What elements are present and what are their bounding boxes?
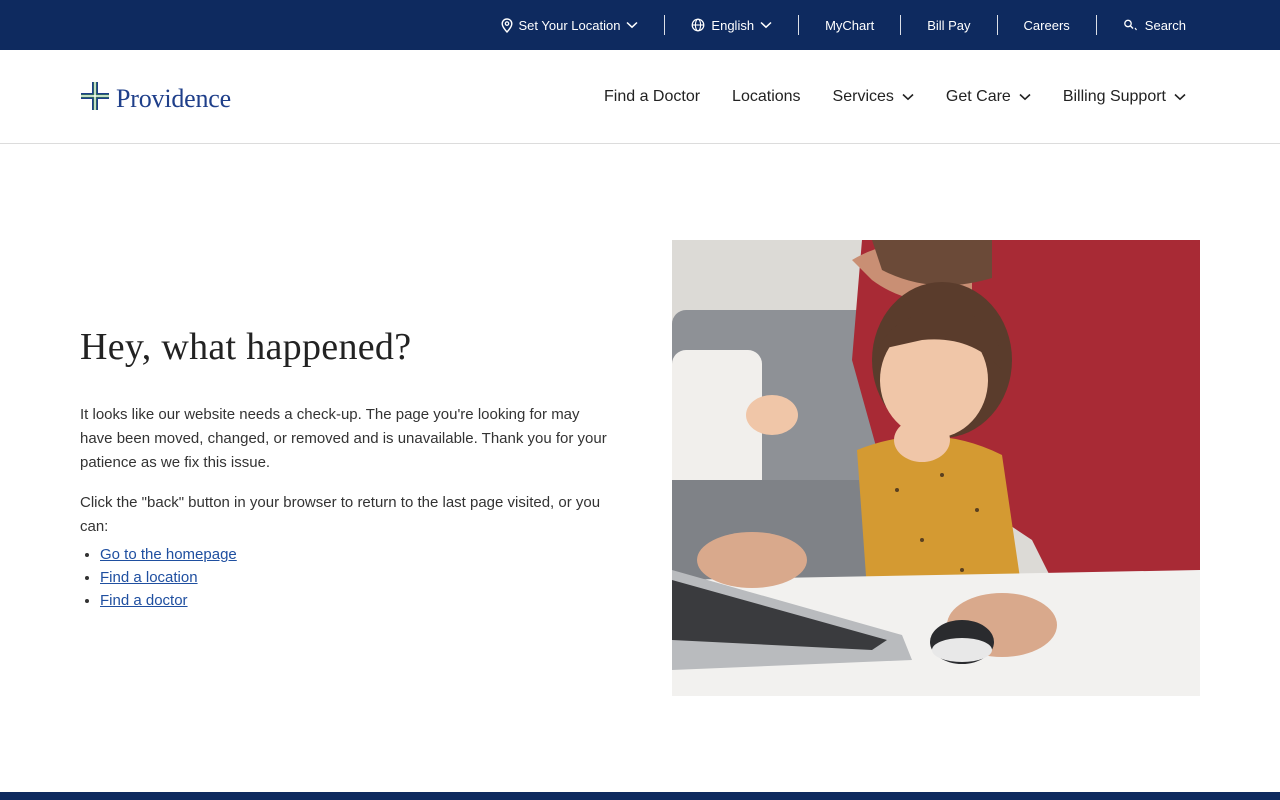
utility-divider [1095, 15, 1097, 35]
search-button[interactable]: Search [1097, 15, 1186, 35]
utility-divider [798, 15, 800, 35]
bill-pay-label: Bill Pay [927, 17, 971, 33]
nav-label: Locations [732, 88, 801, 105]
providence-logo[interactable]: Providence [80, 81, 231, 116]
nav-label: Services [832, 88, 894, 105]
nav-label: Billing Support [1062, 88, 1166, 105]
set-location-button[interactable]: Set Your Location [475, 15, 665, 35]
providence-cross-icon [80, 81, 110, 116]
nav-services[interactable]: Services [833, 88, 914, 106]
utility-divider [996, 15, 998, 35]
list-item: Find a location [100, 566, 610, 589]
error-message: It looks like our website needs a check-… [80, 406, 607, 471]
back-instructions: Click the "back" button in your browser … [80, 494, 601, 535]
search-icon [1123, 19, 1139, 31]
utility-divider [900, 15, 902, 35]
chevron-down-icon [626, 21, 638, 29]
footer-strip [0, 792, 1280, 800]
mychart-link[interactable]: MyChart [799, 15, 900, 35]
find-doctor-link[interactable]: Find a doctor [100, 592, 188, 609]
location-pin-icon [500, 17, 513, 33]
chevron-down-icon [902, 88, 914, 106]
chevron-down-icon [760, 21, 772, 29]
search-label: Search [1144, 17, 1186, 33]
chevron-down-icon [1174, 88, 1186, 106]
language-selector[interactable]: English [665, 15, 798, 35]
utility-divider [664, 15, 666, 35]
error-content: Hey, what happened? It looks like our we… [80, 325, 610, 612]
find-location-link[interactable]: Find a location [100, 569, 198, 586]
nav-label: Find a Doctor [604, 88, 701, 105]
list-item: Find a doctor [100, 589, 610, 612]
homepage-link[interactable]: Go to the homepage [100, 546, 237, 563]
page-title: Hey, what happened? [80, 326, 412, 368]
set-location-label: Set Your Location [518, 17, 621, 33]
nav-find-a-doctor[interactable]: Find a Doctor [604, 88, 700, 106]
chevron-down-icon [1019, 88, 1031, 106]
helpful-links-list: Go to the homepage Find a location Find … [80, 543, 610, 612]
list-item: Go to the homepage [100, 543, 610, 566]
utility-bar: Set Your Location English MyChart Bill P… [0, 0, 1280, 50]
language-label: English [711, 17, 755, 33]
hero-photo [672, 240, 1200, 696]
nav-billing-support[interactable]: Billing Support [1063, 88, 1186, 106]
globe-icon [691, 18, 705, 32]
mychart-label: MyChart [825, 17, 875, 33]
nav-label: Get Care [945, 88, 1011, 105]
nav-get-care[interactable]: Get Care [946, 88, 1031, 106]
logo-text: Providence [116, 83, 231, 113]
main-header: Providence Find a Doctor Locations Servi… [0, 50, 1280, 144]
careers-label: Careers [1023, 17, 1070, 33]
main-nav: Find a Doctor Locations Services Get Car… [604, 50, 1186, 144]
bill-pay-link[interactable]: Bill Pay [901, 15, 996, 35]
nav-locations[interactable]: Locations [732, 88, 801, 106]
careers-link[interactable]: Careers [998, 15, 1096, 35]
